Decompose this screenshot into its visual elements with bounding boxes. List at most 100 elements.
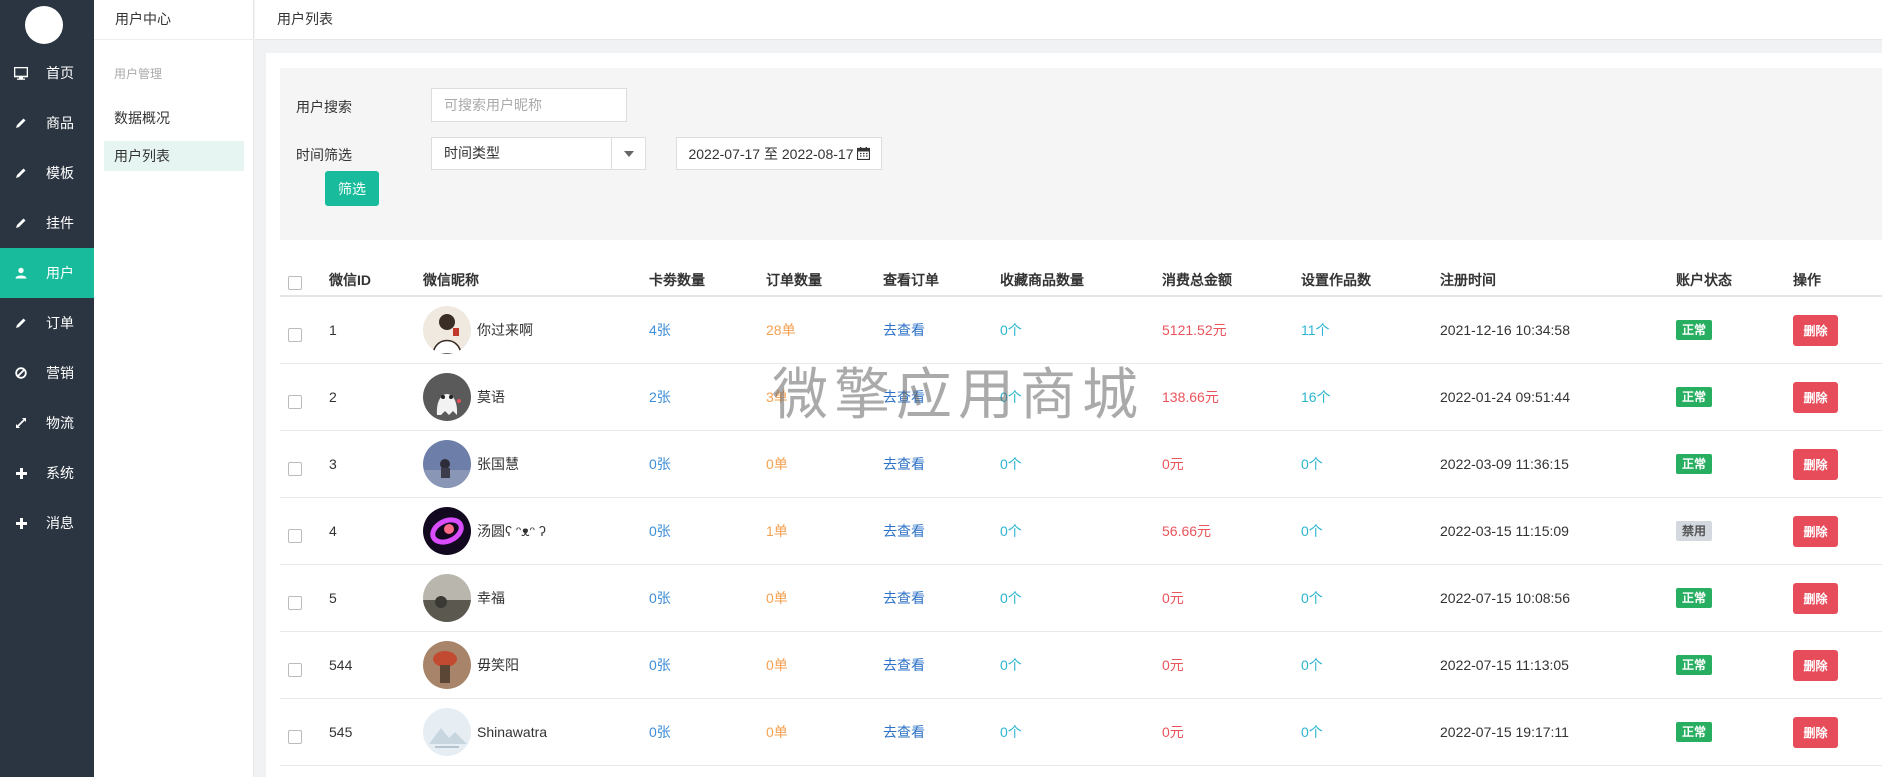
row-checkbox[interactable] (288, 565, 302, 631)
filter-button[interactable]: 筛选 (325, 171, 379, 206)
action-cell: 删除 (1793, 632, 1838, 698)
user-id: 545 (329, 724, 353, 740)
row-checkbox[interactable] (288, 498, 302, 564)
total-amount: 0元 (1162, 657, 1184, 673)
row-checkbox[interactable] (288, 431, 302, 497)
nav-item-logistics[interactable]: 物流 (0, 398, 94, 448)
total-amount: 138.66元 (1162, 389, 1219, 405)
status-cell: 正常 (1676, 364, 1713, 430)
nav-item-home[interactable]: 首页 (0, 48, 94, 98)
row-checkbox[interactable] (288, 699, 302, 765)
sub-sidebar-title: 用户中心 (94, 0, 254, 40)
time-type-select[interactable]: 时间类型 (431, 137, 646, 170)
register-time: 2021-12-16 10:34:58 (1440, 322, 1570, 338)
view-orders-link[interactable]: 去查看 (883, 565, 925, 631)
user-nickname: 幸福 (477, 590, 505, 606)
user-nickname: 毋笑阳 (477, 657, 519, 673)
register-time: 2022-07-15 11:13:05 (1440, 657, 1569, 673)
table-row: 545 Shinawatra 0张 0单 去查看 0个 0元 0个 2022-0… (280, 699, 1882, 766)
works-count: 16个 (1301, 389, 1331, 405)
coupon-count[interactable]: 0张 (649, 565, 671, 631)
nav-item-marketing[interactable]: 营销 (0, 348, 94, 398)
select-all-checkbox[interactable] (288, 261, 302, 295)
delete-button[interactable]: 删除 (1793, 716, 1838, 748)
avatar (423, 708, 471, 756)
nav-item-orders[interactable]: 订单 (0, 298, 94, 348)
user-id: 4 (329, 523, 337, 539)
nav-item-users[interactable]: 用户 (0, 248, 94, 298)
status-cell: 正常 (1676, 565, 1713, 631)
date-range-picker[interactable]: 2022-07-17 至 2022-08-17 (676, 137, 882, 170)
action-cell: 删除 (1793, 498, 1838, 564)
coupon-count[interactable]: 0张 (649, 632, 671, 698)
status-badge: 正常 (1676, 387, 1713, 407)
delete-button[interactable]: 删除 (1793, 381, 1838, 413)
coupon-count[interactable]: 2张 (649, 364, 671, 430)
view-orders-link[interactable]: 去查看 (883, 632, 925, 698)
user-nickname: 你过来啊 (477, 322, 533, 338)
sub-item-overview[interactable]: 数据概况 (104, 103, 244, 133)
register-time: 2022-03-15 11:15:09 (1440, 523, 1569, 539)
page-title: 用户列表 (277, 11, 333, 27)
works-count: 0个 (1301, 657, 1323, 673)
action-cell: 删除 (1793, 364, 1838, 430)
delete-button[interactable]: 删除 (1793, 649, 1838, 681)
view-orders-link[interactable]: 去查看 (883, 297, 925, 363)
filter-panel: 用户搜索 时间筛选 时间类型 2022-07-17 至 2022-08-17 筛… (280, 68, 1882, 240)
select-toggle[interactable] (611, 138, 645, 169)
nav-item-template[interactable]: 模板 (0, 148, 94, 198)
coupon-count[interactable]: 4张 (649, 297, 671, 363)
coupon-count[interactable]: 0张 (649, 498, 671, 564)
date-range-value: 2022-07-17 至 2022-08-17 (688, 145, 854, 162)
nav-item-system[interactable]: 系统 (0, 448, 94, 498)
col-header: 微信ID (329, 272, 371, 288)
row-checkbox[interactable] (288, 364, 302, 430)
delete-button[interactable]: 删除 (1793, 448, 1838, 480)
status-badge: 正常 (1676, 722, 1713, 742)
order-count: 0单 (766, 657, 788, 673)
expand-icon (13, 417, 29, 429)
monitor-icon (13, 66, 29, 80)
works-count: 0个 (1301, 456, 1323, 472)
action-cell: 删除 (1793, 565, 1838, 631)
nav-item-label: 商品 (46, 115, 74, 131)
favorite-count: 0个 (1000, 590, 1022, 606)
works-count: 0个 (1301, 590, 1323, 606)
col-header: 消费总金额 (1162, 272, 1232, 288)
user-nickname: 汤圆ʕ ᵔᴥᵔ ʔ (477, 523, 546, 539)
order-count: 28单 (766, 322, 796, 338)
sub-sidebar: 用户中心 用户管理 数据概况 用户列表 (94, 0, 254, 777)
nav-item-label: 营销 (46, 365, 74, 381)
delete-button[interactable]: 删除 (1793, 314, 1838, 346)
row-checkbox[interactable] (288, 297, 302, 363)
sub-item-user-list[interactable]: 用户列表 (104, 141, 244, 171)
nav-item-widget[interactable]: 挂件 (0, 198, 94, 248)
nav-item-label: 物流 (46, 415, 74, 431)
nav-item-messages[interactable]: 消息 (0, 498, 94, 548)
status-badge: 正常 (1676, 320, 1713, 340)
user-nickname-cell: 幸福 (423, 565, 505, 631)
favorite-count: 0个 (1000, 389, 1022, 405)
search-input[interactable] (431, 88, 627, 122)
nav-item-goods[interactable]: 商品 (0, 98, 94, 148)
order-count: 1单 (766, 523, 788, 539)
user-nickname-cell: 毋笑阳 (423, 632, 519, 698)
view-orders-link[interactable]: 去查看 (883, 498, 925, 564)
col-header: 账户状态 (1676, 272, 1732, 288)
coupon-count[interactable]: 0张 (649, 431, 671, 497)
view-orders-link[interactable]: 去查看 (883, 364, 925, 430)
row-checkbox[interactable] (288, 632, 302, 698)
delete-button[interactable]: 删除 (1793, 515, 1838, 547)
delete-button[interactable]: 删除 (1793, 582, 1838, 614)
view-orders-link[interactable]: 去查看 (883, 699, 925, 765)
coupon-count[interactable]: 0张 (649, 699, 671, 765)
favorite-count: 0个 (1000, 322, 1022, 338)
order-count: 0单 (766, 456, 788, 472)
view-orders-link[interactable]: 去查看 (883, 431, 925, 497)
col-header: 注册时间 (1440, 272, 1496, 288)
order-count: 0单 (766, 590, 788, 606)
pencil-icon (13, 167, 29, 179)
user-icon (13, 267, 29, 279)
nav-item-label: 首页 (46, 65, 74, 81)
nav-item-label: 用户 (46, 265, 74, 281)
